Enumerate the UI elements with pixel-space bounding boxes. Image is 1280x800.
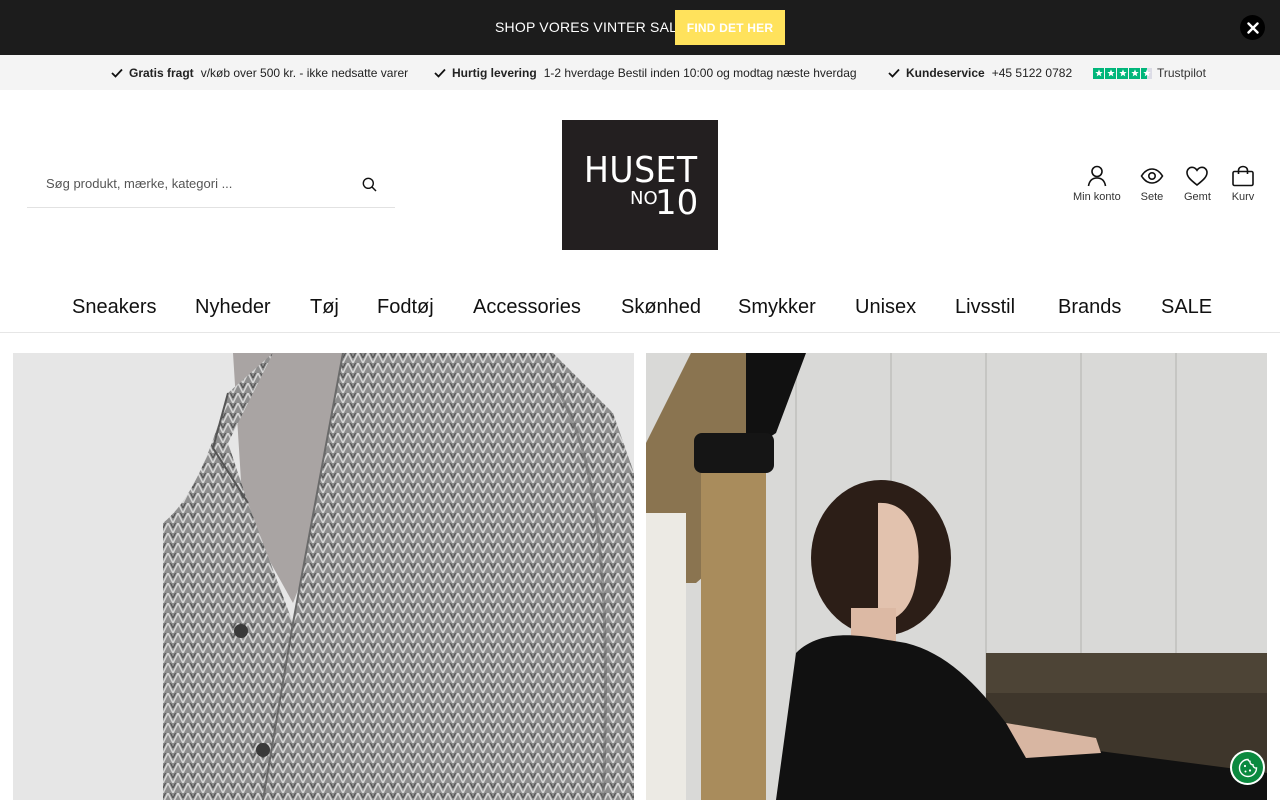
usp-detail: +45 5122 0782: [991, 66, 1073, 80]
trustpilot-rating[interactable]: Trustpilot: [1093, 66, 1206, 80]
usp-title: Kundeservice: [906, 66, 985, 80]
nav-item-nyheder[interactable]: Nyheder: [195, 296, 271, 319]
my-account-label: Min konto: [1073, 191, 1121, 203]
shopping-bag-icon: [1232, 165, 1254, 187]
main-navigation: Sneakers Nyheder Tøj Fodtøj Accessories …: [0, 280, 1280, 333]
promo-cta-button[interactable]: FIND DET HER: [675, 10, 785, 45]
nav-item-fodtoj[interactable]: Fodtøj: [377, 296, 434, 319]
star-icon: [1105, 67, 1116, 79]
check-icon: [888, 68, 900, 78]
eye-icon: [1140, 168, 1164, 184]
promo-text: SHOP VORES VINTER SALE: [495, 19, 687, 35]
jacket-photo: [13, 353, 634, 800]
site-logo[interactable]: HUSET NO 10: [562, 120, 718, 250]
cart-link[interactable]: Kurv: [1231, 165, 1255, 203]
nav-item-accessories[interactable]: Accessories: [473, 296, 581, 319]
star-icon: [1117, 67, 1128, 79]
seen-label: Sete: [1140, 191, 1164, 203]
usp-fast-delivery: Hurtig levering 1-2 hverdage Bestil inde…: [434, 66, 857, 80]
usp-detail: v/køb over 500 kr. - ikke nedsatte varer: [200, 66, 409, 80]
half-star-icon: [1141, 67, 1152, 79]
close-icon: [1246, 21, 1259, 34]
search-bar: [27, 163, 395, 208]
usp-title: Hurtig levering: [452, 66, 537, 80]
my-account-link[interactable]: Min konto: [1073, 165, 1121, 203]
user-icon: [1087, 165, 1107, 187]
star-icon: [1129, 67, 1140, 79]
nav-item-livsstil[interactable]: Livsstil: [955, 296, 1015, 319]
cookie-icon: [1238, 758, 1257, 777]
logo-text-number: 10: [655, 183, 699, 223]
usp-title: Gratis fragt: [129, 66, 194, 80]
cart-label: Kurv: [1231, 191, 1255, 203]
search-input[interactable]: [46, 176, 346, 191]
nav-item-unisex[interactable]: Unisex: [855, 296, 916, 319]
cookie-settings-button[interactable]: [1230, 750, 1265, 785]
check-icon: [434, 68, 446, 78]
usp-customer-service: Kundeservice +45 5122 0782: [888, 66, 1072, 80]
check-icon: [111, 68, 123, 78]
usp-detail: 1-2 hverdage Bestil inden 10:00 og modta…: [543, 66, 857, 80]
hero-image-model[interactable]: [646, 353, 1267, 800]
usp-free-shipping: Gratis fragt v/køb over 500 kr. - ikke n…: [111, 66, 408, 80]
nav-item-toj[interactable]: Tøj: [310, 296, 339, 319]
saved-products-link[interactable]: Gemt: [1184, 165, 1211, 203]
nav-item-sneakers[interactable]: Sneakers: [72, 296, 157, 319]
rating-stars: [1093, 67, 1153, 79]
logo-text-no: NO: [630, 188, 658, 209]
nav-item-brands[interactable]: Brands: [1058, 296, 1121, 319]
promo-bar: SHOP VORES VINTER SALE FIND DET HER: [0, 0, 1280, 55]
model-photo: [646, 353, 1267, 800]
nav-item-sale[interactable]: SALE: [1161, 296, 1212, 319]
search-icon[interactable]: [362, 177, 377, 197]
saved-label: Gemt: [1184, 191, 1211, 203]
seen-products-link[interactable]: Sete: [1140, 165, 1164, 203]
hero-image-jacket[interactable]: [13, 353, 634, 800]
close-promo-button[interactable]: [1240, 15, 1265, 40]
trustpilot-label: Trustpilot: [1157, 66, 1206, 80]
heart-icon: [1186, 166, 1209, 187]
star-icon: [1093, 67, 1104, 79]
usp-bar: Gratis fragt v/køb over 500 kr. - ikke n…: [0, 55, 1280, 90]
nav-item-smykker[interactable]: Smykker: [738, 296, 816, 319]
nav-item-skonhed[interactable]: Skønhed: [621, 296, 701, 319]
